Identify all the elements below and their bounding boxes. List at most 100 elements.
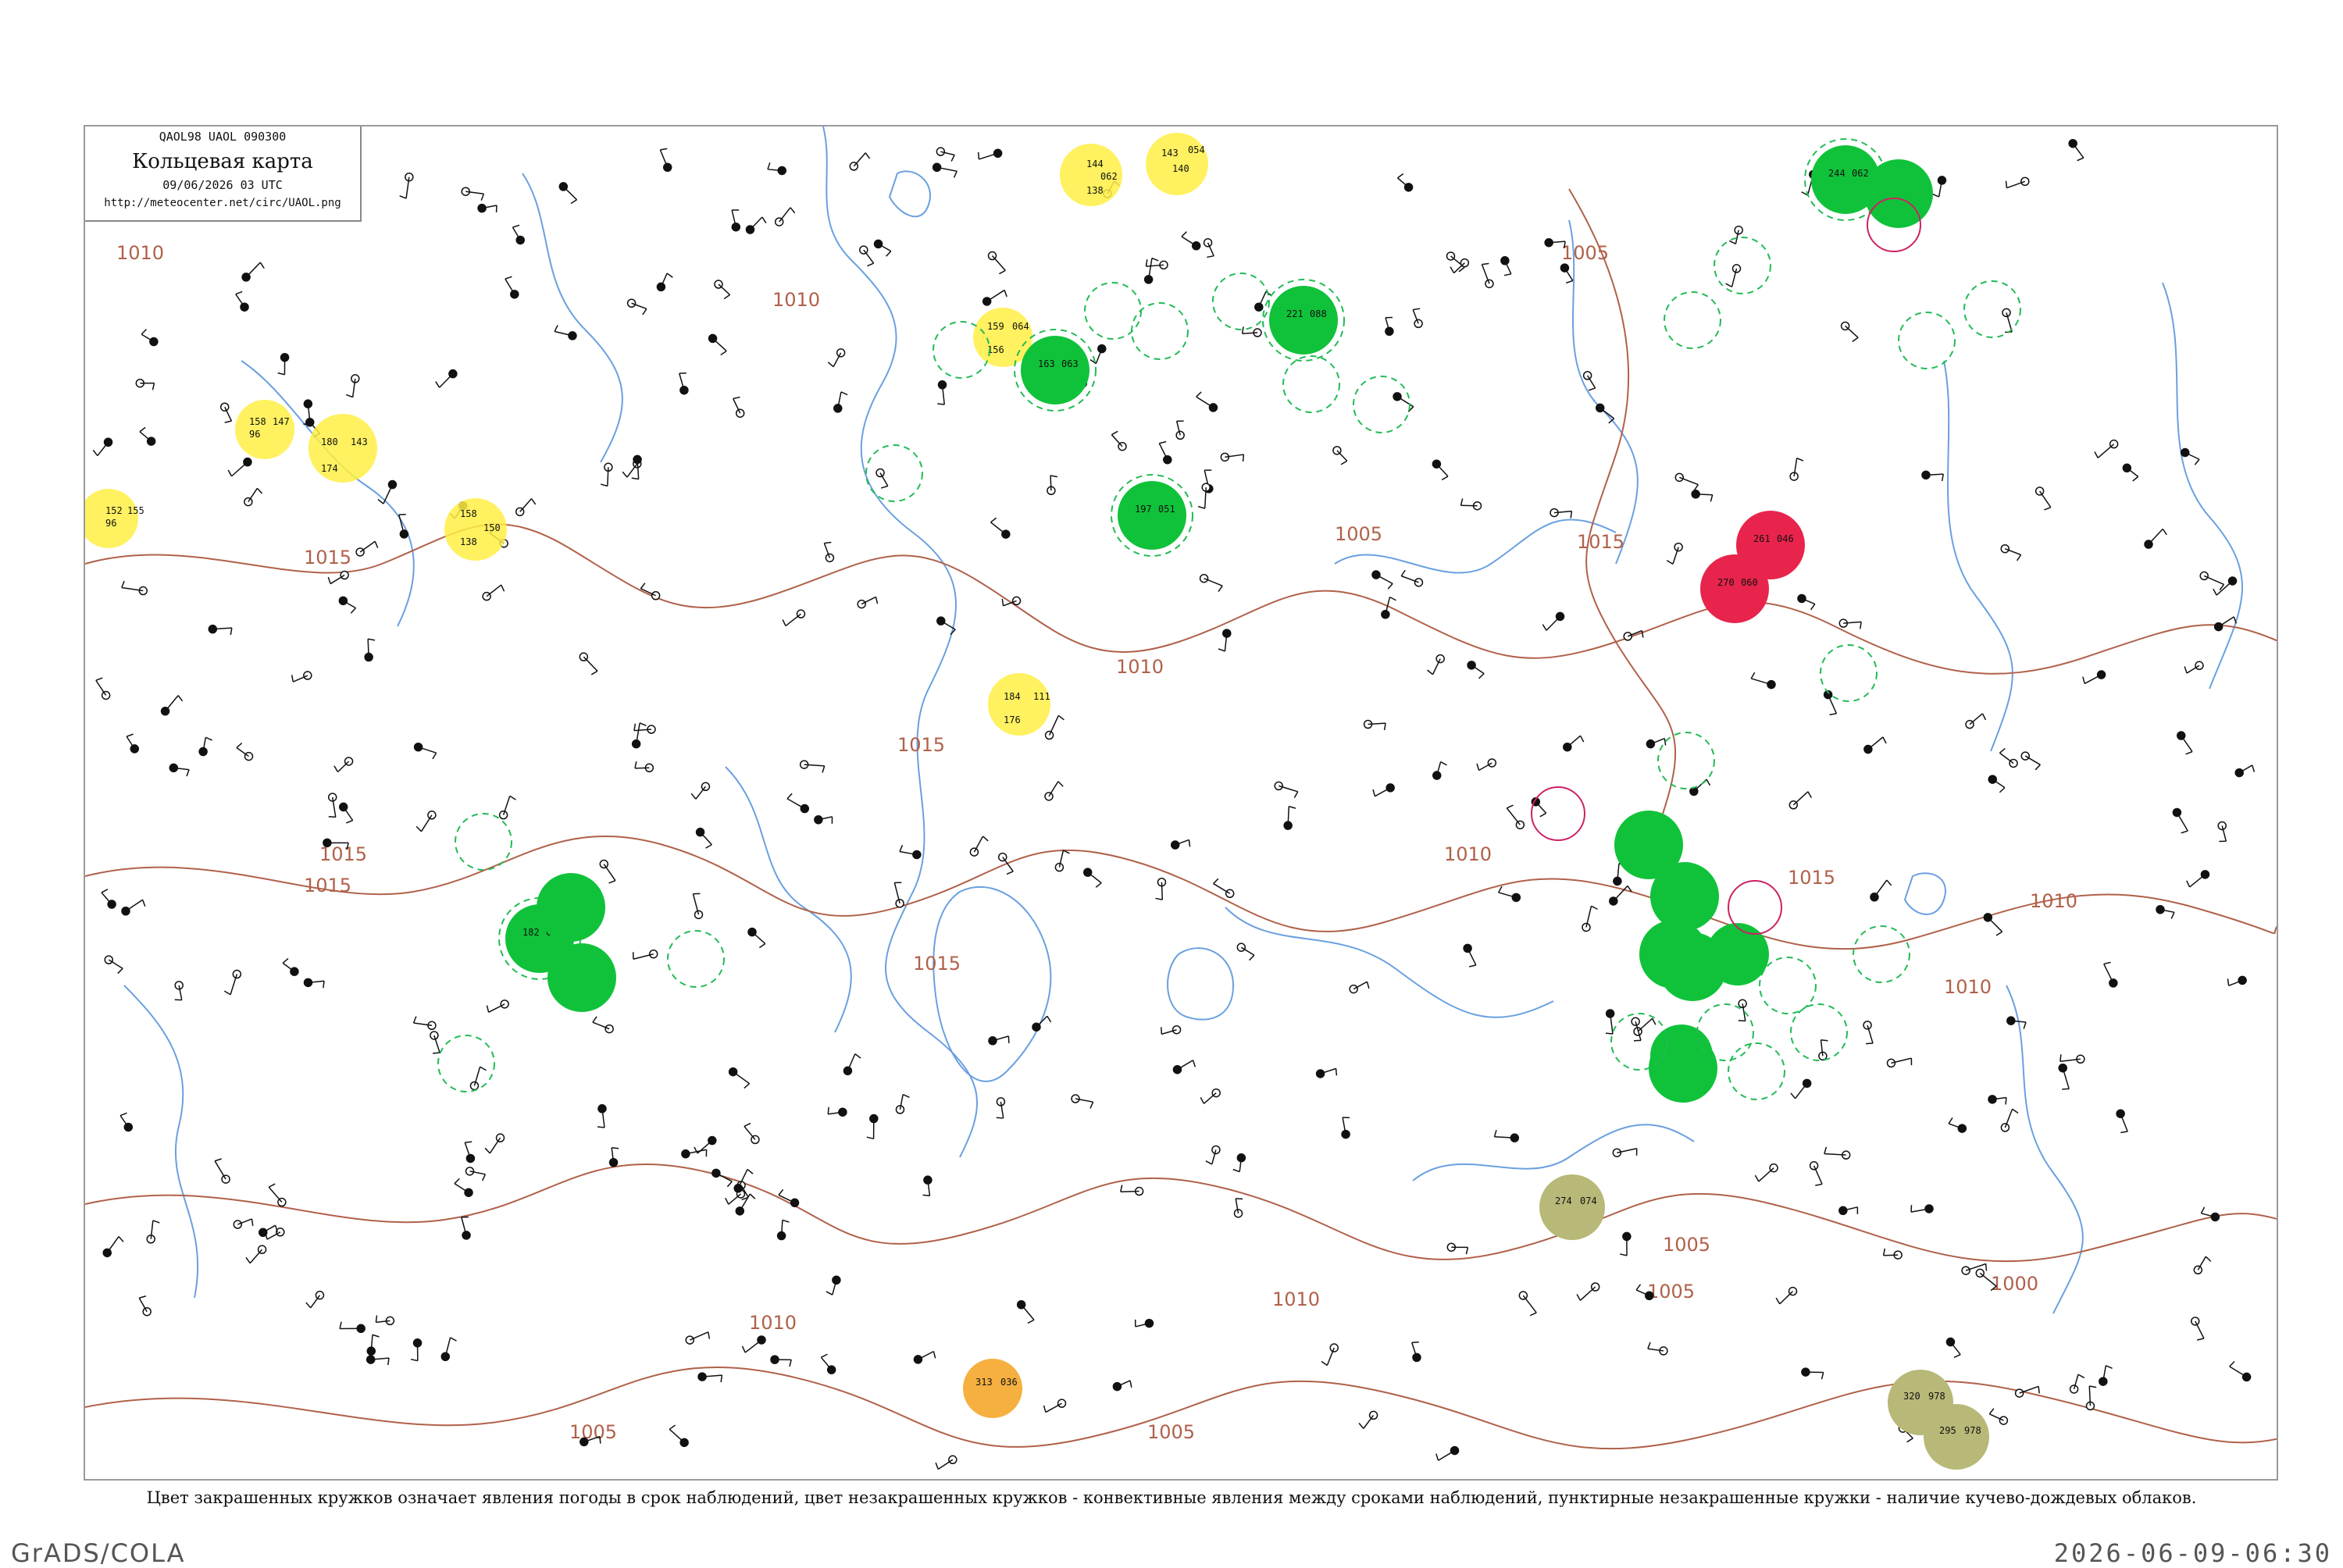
station-symbol bbox=[2194, 1256, 2211, 1274]
wind-feather-icon bbox=[750, 1194, 754, 1199]
wind-feather-icon bbox=[224, 991, 230, 995]
wind-feather-icon bbox=[2186, 752, 2192, 754]
station-symbol bbox=[894, 882, 904, 907]
wind-barb-icon bbox=[1868, 737, 1883, 750]
wind-feather-icon bbox=[292, 675, 294, 682]
wind-feather-icon bbox=[2195, 459, 2199, 465]
wind-barb-icon bbox=[716, 1173, 732, 1181]
wind-feather-icon bbox=[790, 208, 795, 213]
rain-marker bbox=[1269, 286, 1338, 355]
isobar-1010-south bbox=[85, 1164, 2278, 1261]
station-symbol bbox=[936, 148, 954, 161]
station-symbol bbox=[815, 816, 833, 824]
station-symbol bbox=[1045, 782, 1063, 800]
wind-feather-icon bbox=[236, 291, 242, 294]
cloud-cover-icon bbox=[876, 469, 884, 477]
station-value: 150 bbox=[483, 522, 501, 533]
station-symbol bbox=[694, 1137, 716, 1153]
station-symbol bbox=[1739, 1000, 1746, 1021]
wind-barb-icon bbox=[311, 1295, 320, 1308]
wind-feather-icon bbox=[1469, 965, 1476, 967]
wind-feather-icon bbox=[933, 1352, 935, 1359]
station-symbol bbox=[1911, 1205, 1933, 1213]
wind-feather-icon bbox=[867, 1137, 874, 1139]
wind-barb-icon bbox=[1177, 1060, 1193, 1070]
station-symbol bbox=[1046, 715, 1065, 739]
wind-feather-icon bbox=[865, 153, 869, 159]
station-value: 221 bbox=[1286, 308, 1303, 319]
wind-feather-icon bbox=[1824, 1147, 1827, 1154]
station-symbol bbox=[237, 743, 253, 761]
wind-barb-icon bbox=[96, 680, 106, 695]
wind-feather-icon bbox=[708, 1332, 710, 1339]
station-symbol bbox=[376, 1315, 394, 1324]
wind-barb-icon bbox=[126, 900, 143, 911]
station-value: 274 bbox=[1555, 1196, 1572, 1206]
station-symbol bbox=[896, 1095, 909, 1114]
wind-feather-icon bbox=[2038, 1386, 2039, 1393]
station-value: 046 bbox=[1777, 533, 1794, 544]
station-symbol bbox=[1393, 393, 1414, 412]
station-value: 197 bbox=[1135, 504, 1152, 515]
wind-feather-icon bbox=[1989, 1409, 1994, 1414]
station-symbol bbox=[733, 397, 744, 418]
cloud-cover-icon bbox=[1176, 431, 1184, 439]
wind-barb-icon bbox=[1507, 808, 1520, 825]
wind-feather-icon bbox=[783, 619, 786, 625]
station-symbol bbox=[485, 1134, 504, 1153]
wind-feather-icon bbox=[1830, 714, 1837, 715]
wind-barb-icon bbox=[779, 208, 790, 222]
station-symbol bbox=[1946, 1338, 1960, 1358]
station-symbol bbox=[415, 743, 437, 759]
river-east bbox=[2006, 985, 2083, 1313]
station-symbol bbox=[1870, 880, 1892, 901]
station-symbol bbox=[1532, 798, 1546, 817]
station-fog: 144 062 138 bbox=[1060, 144, 1122, 206]
station-symbol bbox=[2001, 545, 2020, 561]
station-symbol bbox=[2095, 440, 2118, 458]
wind-feather-icon bbox=[1479, 674, 1485, 679]
wind-barb-icon bbox=[1696, 494, 1713, 495]
station-symbol bbox=[1359, 1411, 1378, 1428]
wind-feather-icon bbox=[1007, 871, 1013, 875]
wind-barb-icon bbox=[1793, 792, 1808, 805]
wind-feather-icon bbox=[2184, 667, 2187, 674]
station-symbol bbox=[801, 761, 825, 772]
wind-feather-icon bbox=[1482, 263, 1489, 264]
station-symbol bbox=[1989, 1409, 2007, 1424]
isobar-label: 1010 bbox=[1944, 976, 1992, 998]
station-symbol bbox=[2191, 1317, 2204, 1340]
station-symbol bbox=[199, 737, 212, 755]
wind-feather-icon bbox=[1336, 1068, 1337, 1075]
station-symbol bbox=[726, 1190, 745, 1204]
station-symbol bbox=[691, 782, 709, 799]
wind-feather-icon bbox=[2187, 881, 2190, 887]
station-symbol bbox=[580, 653, 597, 675]
map-url[interactable]: http://meteocenter.net/circ/UAOL.png bbox=[85, 197, 360, 209]
station-symbol bbox=[436, 370, 457, 388]
wind-barb-icon bbox=[2177, 812, 2188, 831]
wind-feather-icon bbox=[329, 817, 336, 818]
station-symbol bbox=[1412, 1342, 1421, 1362]
wind-feather-icon bbox=[143, 900, 145, 906]
station-symbol bbox=[103, 1237, 123, 1257]
wind-feather-icon bbox=[1385, 723, 1386, 730]
station-symbol bbox=[682, 1149, 707, 1157]
wind-feather-icon bbox=[328, 577, 330, 584]
station-symbol bbox=[1477, 759, 1496, 771]
station-symbol bbox=[1824, 1147, 1850, 1159]
wind-barb-icon bbox=[1046, 1403, 1062, 1412]
wind-feather-icon bbox=[1636, 1285, 1640, 1290]
wind-feather-icon bbox=[346, 394, 352, 397]
wind-feather-icon bbox=[1494, 1130, 1496, 1137]
wind-feather-icon bbox=[721, 351, 726, 355]
wind-barb-icon bbox=[102, 893, 112, 904]
wind-barb-icon bbox=[140, 432, 152, 441]
wind-barb-icon bbox=[246, 262, 260, 277]
wind-barb-icon bbox=[854, 153, 865, 166]
station-symbol bbox=[1675, 473, 1698, 490]
station-rain: 221 088 bbox=[1263, 280, 1344, 361]
wind-barb-icon bbox=[752, 932, 765, 944]
isobar-label: 1015 bbox=[304, 875, 351, 896]
station-symbol bbox=[1373, 784, 1394, 796]
